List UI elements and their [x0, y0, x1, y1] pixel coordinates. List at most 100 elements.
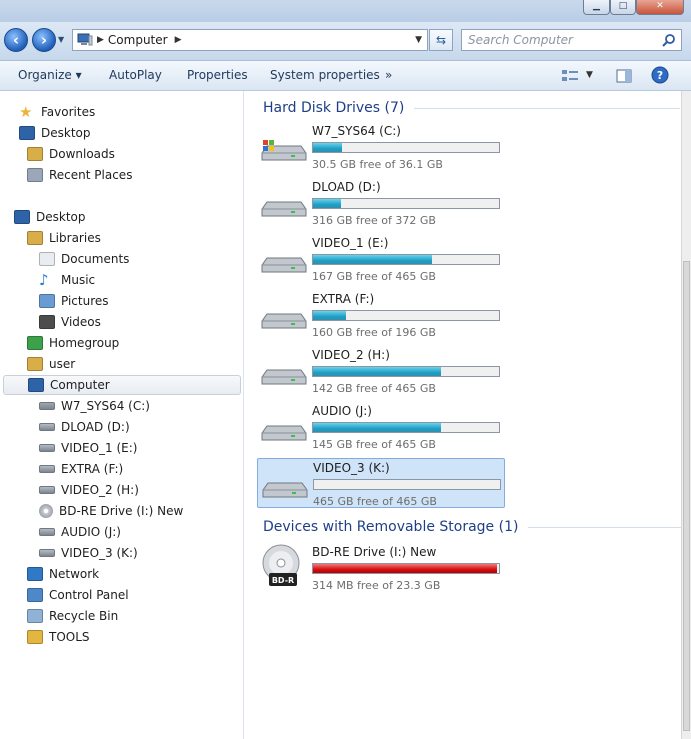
chevron-down-icon[interactable]: ▼ [586, 70, 593, 80]
usage-bar [313, 479, 501, 490]
network-icon [27, 567, 43, 581]
usage-bar-fill [313, 311, 347, 320]
sidebar-item-user[interactable]: user [27, 354, 75, 374]
hard-drive-icon [261, 257, 307, 273]
hard-drive-icon [262, 482, 308, 498]
drive-icon [39, 549, 55, 557]
close-button[interactable]: ✕ [636, 0, 684, 15]
sidebar-item-label: Desktop [41, 126, 91, 140]
help-icon[interactable]: ? [651, 66, 669, 84]
properties-button[interactable]: Properties [187, 68, 248, 82]
sidebar-item-network[interactable]: Network [27, 564, 99, 584]
sidebar-item-label: Downloads [49, 147, 115, 161]
sidebar-item-homegroup[interactable]: Homegroup [27, 333, 119, 353]
breadcrumb-computer[interactable]: Computer [108, 33, 168, 47]
disc-label: BD-R [272, 576, 294, 585]
sidebar-item-music[interactable]: ♪ Music [39, 270, 95, 290]
sidebar-item-dload-d[interactable]: DLOAD (D:) [39, 417, 130, 437]
drive-tile[interactable]: VIDEO_3 (K:) 465 GB free of 465 GB [257, 458, 505, 508]
vertical-scrollbar[interactable] [681, 91, 691, 739]
preview-pane-icon[interactable] [616, 69, 632, 83]
command-toolbar: Organize ▾ AutoPlay Properties System pr… [0, 61, 691, 91]
drive-name: BD-RE Drive (I:) New [312, 545, 437, 559]
drive-tile[interactable]: DLOAD (D:) 316 GB free of 372 GB [257, 178, 505, 228]
sidebar-item-pictures[interactable]: Pictures [39, 291, 109, 311]
sidebar-item-label: VIDEO_2 (H:) [61, 483, 139, 497]
documents-icon [39, 252, 55, 266]
search-icon[interactable] [662, 33, 676, 47]
search-input[interactable]: Search Computer [461, 29, 682, 51]
sidebar-item-label: VIDEO_1 (E:) [61, 441, 138, 455]
minimize-button[interactable]: ▁ [583, 0, 610, 15]
drive-tile[interactable]: EXTRA (F:) 160 GB free of 196 GB [257, 290, 505, 340]
sidebar-item-extra-f[interactable]: EXTRA (F:) [39, 459, 123, 479]
breadcrumb-arrow-icon[interactable]: ▶ [175, 35, 182, 45]
forward-arrow-icon[interactable]: › [32, 28, 56, 52]
sidebar-item-desktop[interactable]: Desktop [14, 207, 86, 227]
free-space-text: 142 GB free of 465 GB [312, 382, 436, 395]
star-icon: ★ [19, 103, 33, 121]
refresh-button[interactable]: ⇆ [429, 29, 453, 51]
recent-pages-chevron-icon[interactable]: ▼ [58, 35, 64, 44]
sidebar-item-audio-j[interactable]: AUDIO (J:) [39, 522, 121, 542]
sidebar-item-label: Recycle Bin [49, 609, 119, 623]
organize-button[interactable]: Organize ▾ [18, 68, 82, 82]
title-bar: ▁ □ ✕ [0, 0, 691, 22]
sidebar-item-label: Libraries [49, 231, 101, 245]
sidebar-item-label: Desktop [36, 210, 86, 224]
hard-disk-drives-group[interactable]: Hard Disk Drives (7) [263, 98, 681, 118]
system-properties-button[interactable]: System properties [270, 68, 380, 82]
sidebar-item-label: TOOLS [49, 630, 90, 644]
sidebar-item-libraries[interactable]: Libraries [27, 228, 101, 248]
drive-name: W7_SYS64 (C:) [312, 124, 401, 138]
more-commands-button[interactable]: » [385, 68, 392, 82]
system-drive-icon [261, 140, 307, 161]
usage-bar [312, 422, 500, 433]
back-arrow-icon[interactable]: ‹ [4, 28, 28, 52]
sidebar-item-video-3-k[interactable]: VIDEO_3 (K:) [39, 543, 138, 563]
sidebar-item-documents[interactable]: Documents [39, 249, 129, 269]
sidebar-item-label: VIDEO_3 (K:) [61, 546, 138, 560]
sidebar-item-w7-sys64-c[interactable]: W7_SYS64 (C:) [39, 396, 150, 416]
usage-bar-fill [313, 367, 442, 376]
chevron-down-icon[interactable]: ▼ [415, 35, 422, 45]
removable-storage-group[interactable]: Devices with Removable Storage (1) [263, 517, 691, 537]
sidebar-item-videos[interactable]: Videos [39, 312, 101, 332]
libraries-icon [27, 231, 43, 245]
sidebar-item-video-2-h[interactable]: VIDEO_2 (H:) [39, 480, 139, 500]
address-bar[interactable]: ▶ Computer ▶ ▼ [72, 29, 428, 51]
drive-tile[interactable]: VIDEO_1 (E:) 167 GB free of 465 GB [257, 234, 505, 284]
usage-bar [312, 563, 500, 574]
sidebar-item-favorites[interactable]: ★ Favorites [19, 102, 95, 122]
sidebar-item-label: Music [61, 273, 96, 287]
sidebar-item-desktop[interactable]: Desktop [19, 123, 91, 143]
sidebar-item-bd-re-drive-i-new[interactable]: BD-RE Drive (I:) New [39, 501, 183, 521]
view-options-icon[interactable] [561, 69, 579, 83]
breadcrumb-arrow-icon[interactable]: ▶ [97, 35, 104, 45]
group-title: Devices with Removable Storage (1) [263, 519, 519, 535]
autoplay-button[interactable]: AutoPlay [109, 68, 162, 82]
sidebar-item-downloads[interactable]: Downloads [27, 144, 115, 164]
sidebar-item-tools[interactable]: TOOLS [27, 627, 90, 647]
drive-icon [39, 465, 55, 473]
usage-bar [312, 366, 500, 377]
sidebar-item-recent-places[interactable]: Recent Places [27, 165, 132, 185]
removable-drive-tile[interactable]: BD-R BD-RE Drive (I:) New 314 MB free of… [257, 543, 505, 593]
sidebar-item-video-1-e[interactable]: VIDEO_1 (E:) [39, 438, 137, 458]
sidebar-item-computer[interactable]: Computer [3, 375, 241, 395]
maximize-button[interactable]: □ [610, 0, 636, 15]
drive-name: EXTRA (F:) [312, 292, 375, 306]
drive-name: VIDEO_3 (K:) [313, 461, 390, 475]
videos-icon [39, 315, 55, 329]
free-space-text: 30.5 GB free of 36.1 GB [312, 158, 443, 171]
sidebar-item-label: Documents [61, 252, 130, 266]
folder-icon [27, 630, 43, 644]
sidebar-item-control-panel[interactable]: Control Panel [27, 585, 129, 605]
sidebar-item-recycle-bin[interactable]: Recycle Bin [27, 606, 118, 626]
drive-tile[interactable]: W7_SYS64 (C:) 30.5 GB free of 36.1 GB [257, 122, 505, 172]
usage-bar-fill [313, 423, 442, 432]
scrollbar-thumb[interactable] [683, 261, 690, 731]
sidebar-item-label: user [49, 357, 76, 371]
drive-tile[interactable]: VIDEO_2 (H:) 142 GB free of 465 GB [257, 346, 505, 396]
drive-tile[interactable]: AUDIO (J:) 145 GB free of 465 GB [257, 402, 505, 452]
